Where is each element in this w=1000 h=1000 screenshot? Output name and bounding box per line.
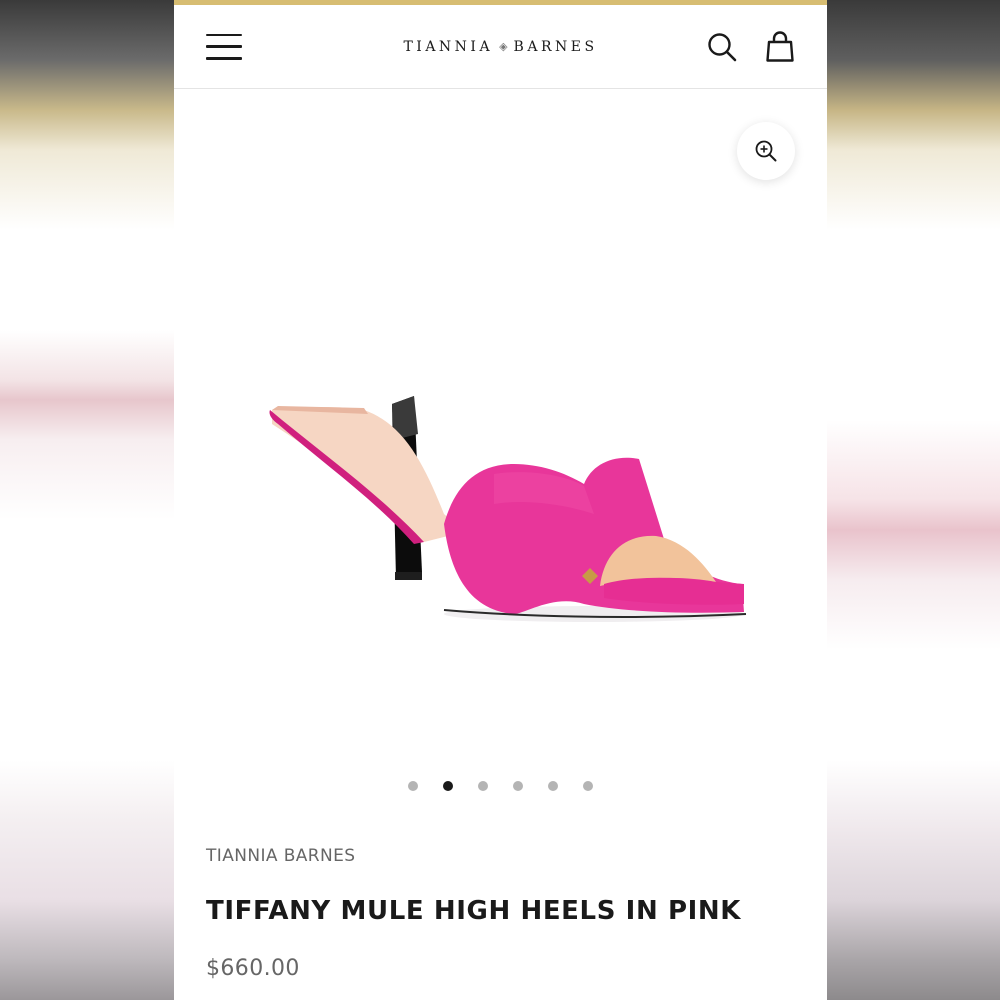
gallery-dot-3[interactable] <box>478 781 488 791</box>
gallery-dot-5[interactable] <box>548 781 558 791</box>
gallery-dot-4[interactable] <box>513 781 523 791</box>
logo-text-left: TIANNIA <box>403 38 494 55</box>
product-title: TIFFANY MULE HIGH HEELS IN PINK <box>206 896 742 926</box>
product-brand[interactable]: TIANNIA BARNES <box>206 846 795 866</box>
search-icon <box>708 32 737 61</box>
gallery-dot-2[interactable] <box>443 781 453 791</box>
gallery-dot-1[interactable] <box>408 781 418 791</box>
zoom-in-icon <box>755 140 777 162</box>
brand-logo[interactable]: TIANNIA ◈ BARNES <box>403 39 597 55</box>
header-actions <box>705 30 797 64</box>
phone-screen: TIANNIA ◈ BARNES TIANNIA BARNES TIFFANY … <box>174 0 827 1000</box>
shopping-bag-icon <box>766 30 794 62</box>
product-info: TIANNIA BARNES TIFFANY MULE HIGH HEELS I… <box>174 846 827 981</box>
product-gallery[interactable] <box>174 89 827 809</box>
product-image[interactable] <box>264 314 754 634</box>
diamond-logo-icon: ◈ <box>499 40 508 53</box>
logo-text-right: BARNES <box>513 38 598 55</box>
product-price: $660.00 <box>206 956 300 981</box>
zoom-button[interactable] <box>737 122 795 180</box>
background-blur-right <box>826 0 1000 1000</box>
menu-button[interactable] <box>206 33 242 60</box>
gallery-dot-6[interactable] <box>583 781 593 791</box>
hamburger-menu-icon <box>206 33 242 36</box>
background-blur-left <box>0 0 174 1000</box>
site-header: TIANNIA ◈ BARNES <box>174 5 827 89</box>
search-button[interactable] <box>705 30 739 64</box>
gallery-pagination <box>174 781 827 791</box>
cart-button[interactable] <box>763 30 797 64</box>
